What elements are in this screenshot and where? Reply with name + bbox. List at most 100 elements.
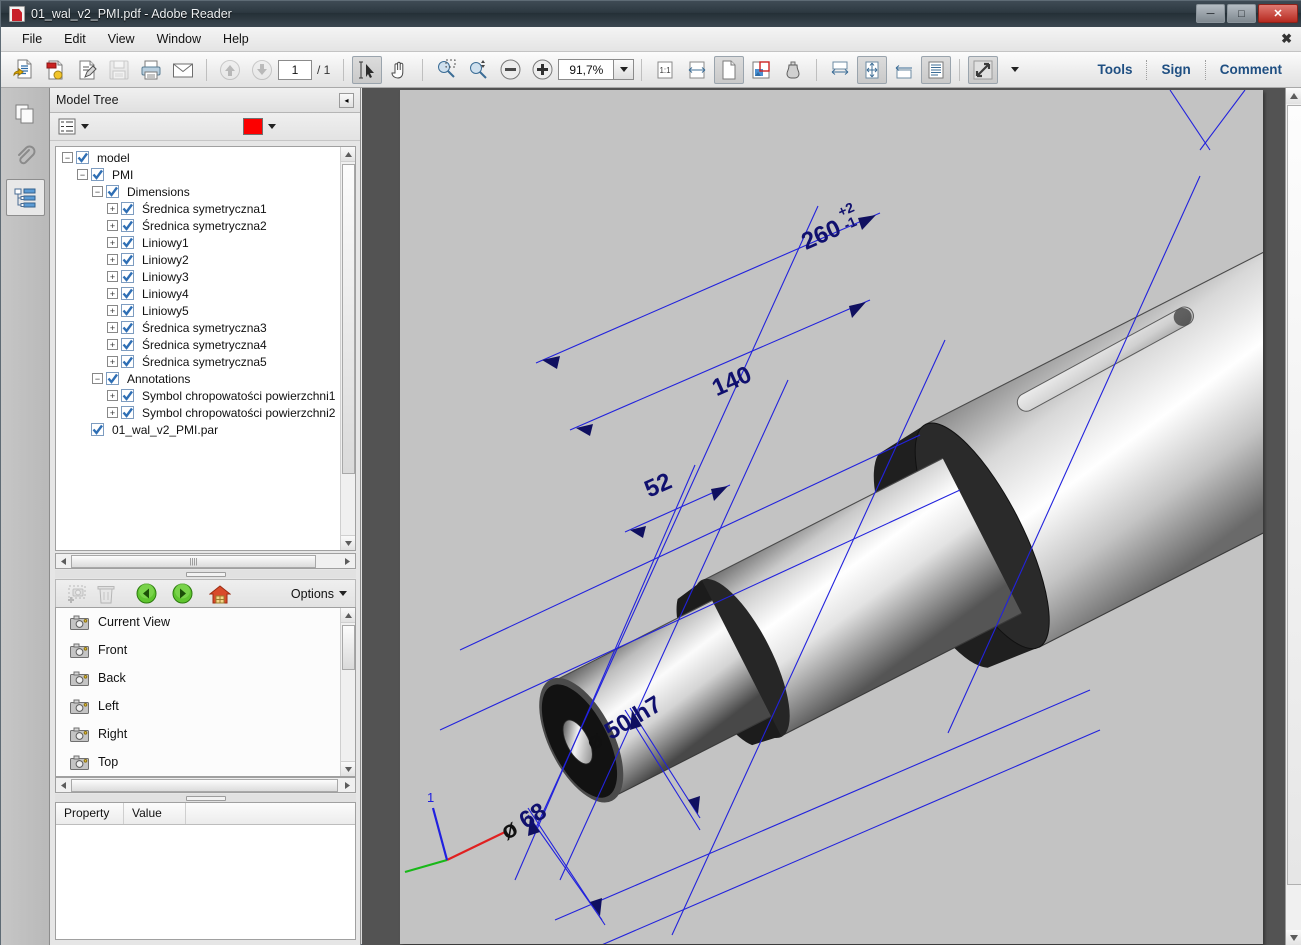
expand-icon[interactable]: +: [107, 339, 118, 350]
property-table[interactable]: Property Value: [55, 802, 356, 940]
tree-item-checkbox[interactable]: [121, 321, 138, 334]
tree-item-checkbox[interactable]: [121, 406, 138, 419]
column-header-property[interactable]: Property: [56, 803, 124, 824]
text-select-icon[interactable]: [352, 55, 383, 84]
home-icon[interactable]: [206, 582, 234, 606]
color-picker-button[interactable]: [243, 118, 276, 135]
tree-item-checkbox[interactable]: [106, 185, 123, 198]
tree-item[interactable]: − Annotations: [56, 370, 338, 387]
tree-item[interactable]: − PMI: [56, 166, 338, 183]
snapshot-icon[interactable]: [746, 56, 776, 84]
tree-horizontal-scrollbar[interactable]: ||||: [55, 553, 356, 569]
document-scroll-thumb[interactable]: [1287, 105, 1301, 885]
two-page-icon[interactable]: [889, 56, 919, 84]
tree-item[interactable]: + Liniowy2: [56, 251, 338, 268]
tree-item-checkbox[interactable]: [121, 219, 138, 232]
view-item[interactable]: Front: [56, 636, 355, 664]
zoom-in-icon[interactable]: [527, 56, 557, 84]
toolbar-overflow-icon[interactable]: [1000, 56, 1030, 84]
email-icon[interactable]: [168, 56, 198, 84]
dynamic-zoom-icon[interactable]: [463, 56, 493, 84]
document-viewer[interactable]: 1 260 +2 -1 +2 140 52 ø 68: [362, 88, 1301, 945]
maximize-button[interactable]: □: [1227, 4, 1256, 23]
views-options-button[interactable]: Options: [291, 587, 347, 601]
tree-item[interactable]: + Średnica symetryczna3: [56, 319, 338, 336]
tree-item[interactable]: + Liniowy1: [56, 234, 338, 251]
collapse-icon[interactable]: −: [92, 186, 103, 197]
create-pdf-icon[interactable]: [8, 56, 38, 84]
marquee-zoom-icon[interactable]: [431, 56, 461, 84]
collapse-icon[interactable]: −: [92, 373, 103, 384]
tree-item[interactable]: + Średnica symetryczna1: [56, 200, 338, 217]
tree-item-checkbox[interactable]: [106, 372, 123, 385]
menu-window[interactable]: Window: [146, 29, 212, 49]
green-arrow-right-icon[interactable]: [168, 582, 196, 606]
zoom-out-icon[interactable]: [495, 56, 525, 84]
tree-item[interactable]: 01_wal_v2_PMI.par: [56, 421, 338, 438]
tree-item[interactable]: + Symbol chropowatości powierzchni2: [56, 404, 338, 421]
document-vertical-scrollbar[interactable]: [1285, 88, 1301, 945]
tree-item[interactable]: + Średnica symetryczna5: [56, 353, 338, 370]
close-document-icon[interactable]: ✖: [1281, 31, 1292, 47]
expand-icon[interactable]: +: [107, 322, 118, 333]
menu-view[interactable]: View: [97, 29, 146, 49]
tree-item[interactable]: − Dimensions: [56, 183, 338, 200]
views-vertical-scrollbar[interactable]: [340, 608, 355, 776]
actual-size-icon[interactable]: 1:1: [650, 56, 680, 84]
tree-options-button[interactable]: [58, 118, 89, 135]
save-icon[interactable]: [104, 56, 134, 84]
comment-button[interactable]: Comment: [1206, 62, 1296, 77]
tree-item-checkbox[interactable]: [121, 389, 138, 402]
tree-item[interactable]: + Liniowy3: [56, 268, 338, 285]
scroll-right-arrow[interactable]: [340, 554, 355, 568]
tree-item-checkbox[interactable]: [76, 151, 93, 164]
scroll-up-arrow[interactable]: [1286, 88, 1301, 104]
panel-splitter[interactable]: [55, 570, 356, 578]
expand-icon[interactable]: +: [107, 220, 118, 231]
views-hscroll-thumb[interactable]: [71, 778, 338, 792]
expand-icon[interactable]: +: [107, 203, 118, 214]
trash-icon[interactable]: [92, 582, 120, 606]
scroll-right-arrow[interactable]: [340, 778, 355, 792]
fit-width-icon[interactable]: [682, 56, 712, 84]
scroll-up-arrow[interactable]: [341, 608, 355, 623]
tree-hscroll-thumb[interactable]: ||||: [71, 554, 316, 568]
view-item[interactable]: Back: [56, 664, 355, 692]
tree-item-checkbox[interactable]: [121, 304, 138, 317]
fullscreen-icon[interactable]: [968, 55, 999, 84]
expand-icon[interactable]: +: [107, 237, 118, 248]
collapse-icon[interactable]: −: [62, 152, 73, 163]
tree-item-checkbox[interactable]: [121, 338, 138, 351]
view-item[interactable]: Left: [56, 692, 355, 720]
tree-item-checkbox[interactable]: [91, 168, 108, 181]
model-tree-icon[interactable]: [5, 179, 45, 216]
previous-page-button[interactable]: [215, 56, 245, 84]
tree-item-checkbox[interactable]: [121, 355, 138, 368]
tree-item-checkbox[interactable]: [121, 236, 138, 249]
panel-splitter-lower[interactable]: [55, 794, 356, 802]
expand-icon[interactable]: +: [107, 271, 118, 282]
expand-icon[interactable]: +: [107, 390, 118, 401]
scroll-down-arrow[interactable]: [341, 535, 355, 550]
print-icon[interactable]: [136, 56, 166, 84]
view-item[interactable]: Right: [56, 720, 355, 748]
tree-scroll-thumb[interactable]: [342, 164, 355, 474]
views-horizontal-scrollbar[interactable]: [55, 777, 356, 793]
page-thumbnails-icon[interactable]: [6, 95, 45, 132]
splitter-grip[interactable]: [185, 571, 226, 577]
zoom-level-input[interactable]: 91,7%: [558, 59, 615, 80]
single-page-continuous-icon[interactable]: [857, 55, 888, 84]
scroll-left-arrow[interactable]: [56, 778, 71, 792]
minimize-button[interactable]: ─: [1196, 4, 1225, 23]
tree-item[interactable]: + Średnica symetryczna4: [56, 336, 338, 353]
ink-icon[interactable]: [778, 56, 808, 84]
menu-help[interactable]: Help: [212, 29, 260, 49]
tree-item-checkbox[interactable]: [91, 423, 108, 436]
view-item[interactable]: Top: [56, 748, 355, 776]
scroll-up-arrow[interactable]: [341, 147, 355, 162]
collapse-icon[interactable]: −: [77, 169, 88, 180]
sign-button[interactable]: Sign: [1147, 62, 1204, 77]
tree-item-checkbox[interactable]: [121, 287, 138, 300]
page-number-input[interactable]: 1: [278, 59, 312, 80]
hand-icon[interactable]: [384, 56, 414, 84]
